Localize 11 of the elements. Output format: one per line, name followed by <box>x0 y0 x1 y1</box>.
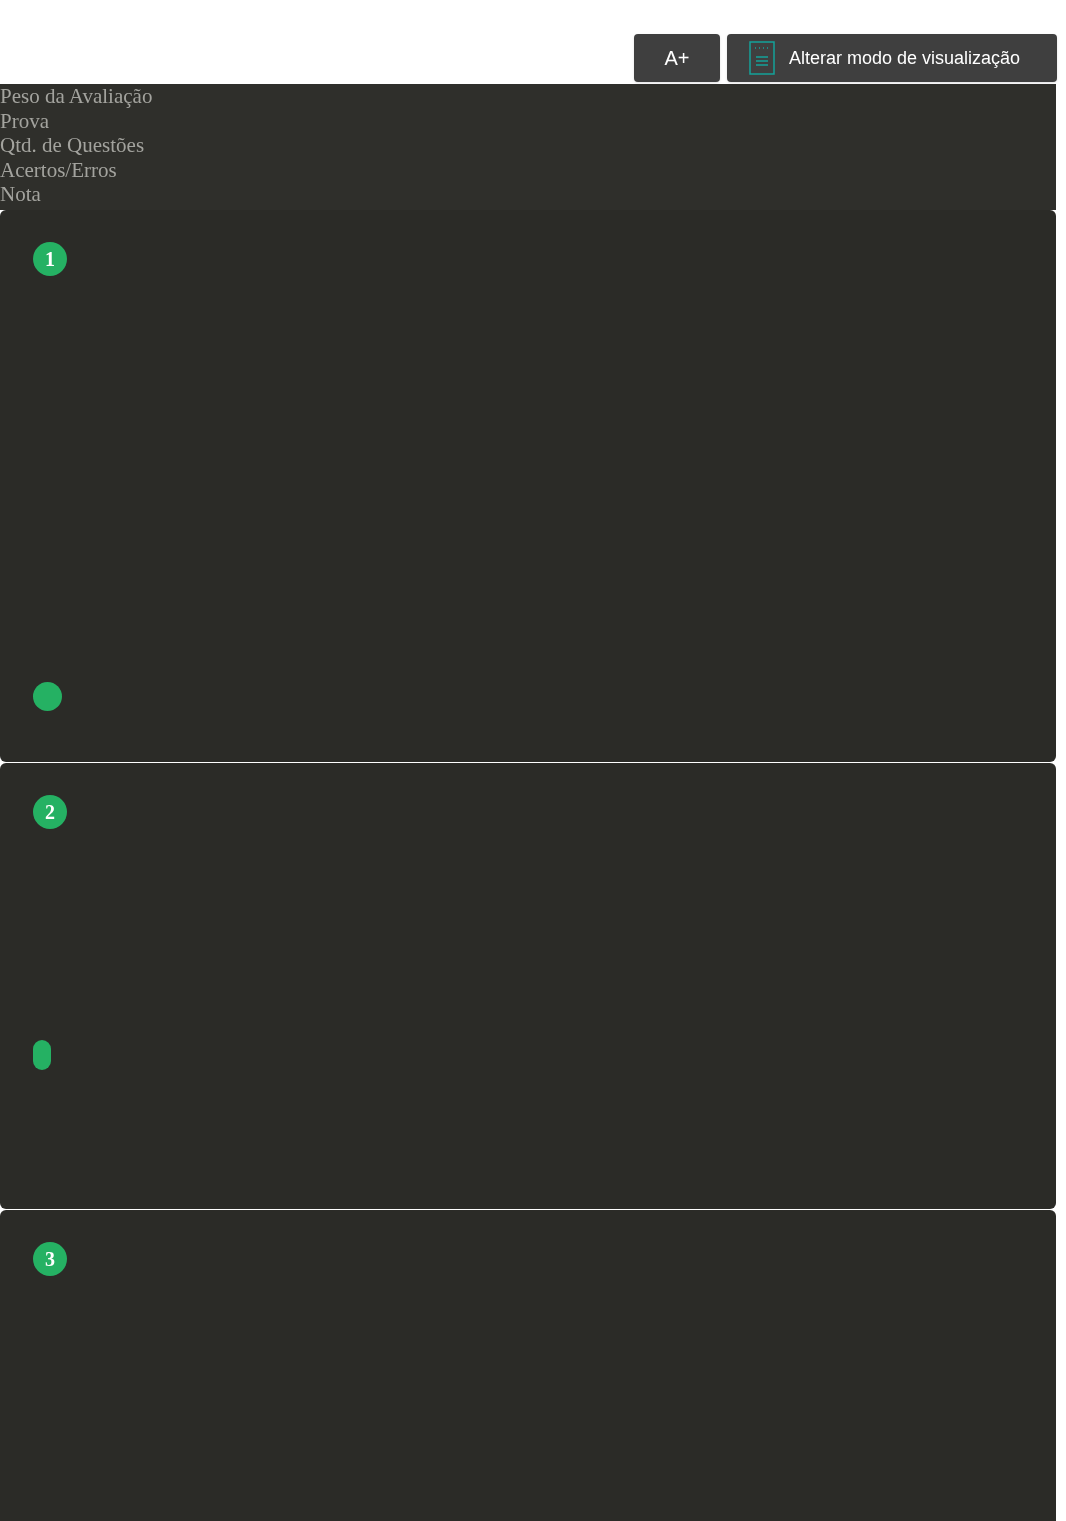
question-number: 3 <box>33 1241 67 1276</box>
summary-label: Peso da Avaliação <box>0 84 153 109</box>
question-number: 1 <box>33 241 67 276</box>
summary-label: Acertos/Erros <box>0 157 117 182</box>
view-mode-button[interactable]: Alterar modo de visualização <box>727 34 1057 82</box>
summary-label: Qtd. de Questões <box>0 133 145 158</box>
font-size-button[interactable]: A+ <box>634 34 720 82</box>
document-icon <box>749 41 775 75</box>
question-number: 2 <box>33 794 67 829</box>
summary-label: Prova <box>0 108 49 133</box>
summary-label: Nota <box>0 182 41 207</box>
